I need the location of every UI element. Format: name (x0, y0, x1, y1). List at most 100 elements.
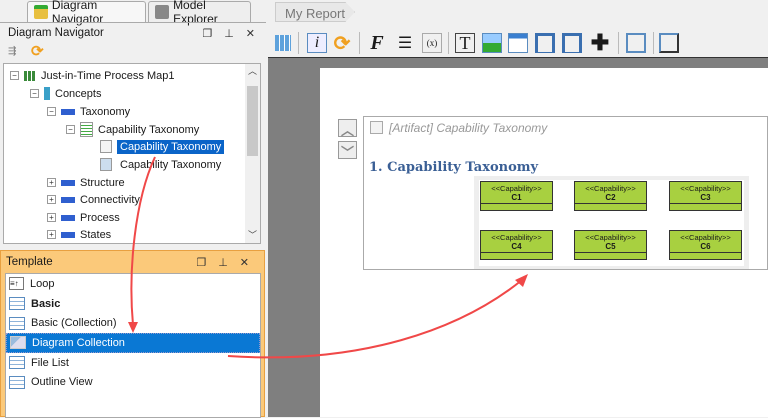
breadcrumb-my-report[interactable]: My Report (275, 2, 355, 22)
list-icon[interactable]: ☰ (395, 33, 415, 53)
collapse-icon[interactable]: − (47, 107, 56, 116)
tree-label: Connectivity (80, 193, 140, 206)
text-icon[interactable]: T (455, 33, 475, 53)
capability-c5: <<Capability>> C5 (574, 230, 647, 260)
capability-c3: <<Capability>> C3 (669, 181, 742, 211)
tab-model-explorer[interactable]: Model Explorer (148, 0, 251, 26)
table-icon (9, 297, 25, 311)
restore-icon[interactable]: ❐ (202, 27, 212, 40)
tree-item[interactable]: − Just-in-Time Process Map1 (10, 67, 174, 84)
capability-c4: <<Capability>> C4 (480, 230, 553, 260)
tab-diagram-navigator[interactable]: Diagram Navigator (27, 0, 146, 26)
folder-icon (44, 87, 50, 100)
diagram-navigator-icon (34, 5, 48, 19)
report-icon (100, 158, 112, 171)
layout-icon[interactable] (273, 33, 293, 53)
template-item-outline-view[interactable]: Outline View (6, 372, 260, 392)
info-icon[interactable]: i (307, 33, 327, 53)
filter-icon[interactable]: ⇶ (8, 46, 16, 57)
move-up-button[interactable]: ︿ (338, 119, 357, 138)
document-icon (80, 122, 93, 137)
element-label: [Artifact] Capability Taxonomy (389, 121, 548, 135)
move-down-button[interactable]: ﹀ (338, 141, 357, 160)
category-icon (61, 179, 75, 186)
tree-label: Capability Taxonomy (120, 158, 222, 171)
tree-label: States (80, 228, 112, 241)
capability-c2: <<Capability>> C2 (574, 181, 647, 211)
tree-label: Capability Taxonomy (117, 139, 225, 154)
tree-item[interactable]: + Structure (47, 174, 125, 191)
scroll-thumb[interactable] (247, 86, 258, 156)
scroll-up-icon[interactable]: ︿ (245, 64, 260, 77)
restore-icon[interactable]: ❐ (196, 256, 206, 269)
tree-item[interactable]: − Capability Taxonomy (66, 121, 199, 138)
refresh-icon[interactable]: ⟳ (31, 42, 44, 60)
capability-c1: <<Capability>> C1 (480, 181, 553, 211)
close-icon[interactable]: ✕ (240, 256, 249, 269)
template-item-loop[interactable]: ≡↑ Loop (6, 274, 260, 294)
table-icon (9, 356, 25, 370)
tree-item[interactable]: Capability Taxonomy (100, 156, 221, 173)
expand-icon[interactable]: + (47, 213, 56, 222)
collapse-icon[interactable]: − (10, 71, 19, 80)
diagram-image: <<Capability>> C1 <<Capability>> C2 <<Capa… (474, 176, 749, 269)
image-icon[interactable] (482, 33, 502, 53)
diagram-tree[interactable]: − Just-in-Time Process Map1 − Concepts − Ta… (3, 63, 261, 244)
template-label: Basic (31, 297, 61, 310)
artifact-icon (100, 140, 112, 153)
pin-icon[interactable]: ⊥ (218, 256, 228, 269)
tree-label: Structure (80, 176, 125, 189)
page-setup-icon[interactable] (659, 33, 679, 53)
formula-icon[interactable]: (x) (422, 33, 442, 53)
template-label: File List (31, 356, 69, 369)
section-heading: 1. Capability Taxonomy (369, 160, 539, 175)
footer-icon[interactable] (562, 33, 582, 53)
header-icon[interactable] (535, 33, 555, 53)
tree-label: Concepts (55, 87, 102, 100)
collapse-icon[interactable]: − (30, 89, 39, 98)
tree-label: Taxonomy (80, 105, 131, 118)
table-icon (9, 316, 25, 330)
tree-item[interactable]: + States (47, 226, 111, 243)
category-icon (61, 231, 75, 238)
template-item-file-list[interactable]: File List (6, 353, 260, 373)
page-margin-icon[interactable] (626, 33, 646, 53)
close-icon[interactable]: ✕ (246, 27, 255, 40)
template-header: Template ❐ ⊥ ✕ (1, 253, 261, 271)
expand-icon[interactable]: + (47, 230, 56, 239)
category-icon (61, 108, 75, 115)
pin-icon[interactable]: ⊥ (224, 27, 234, 40)
collapse-icon[interactable]: − (66, 125, 75, 134)
tree-item[interactable]: − Taxonomy (47, 103, 130, 120)
template-panel: Template ❐ ⊥ ✕ ≡↑ Loop Basic Basic (Collect… (0, 250, 265, 418)
template-label: Outline View (31, 376, 93, 389)
tree-label: Process (80, 211, 120, 224)
add-icon[interactable]: ✚ (590, 30, 610, 55)
breadcrumb-label: My Report (285, 6, 345, 21)
navigator-header: Diagram Navigator ❐ ⊥ ✕ (3, 24, 263, 42)
tree-item[interactable]: + Connectivity (47, 191, 140, 208)
tree-scrollbar[interactable]: ︿ ﹀ (245, 64, 260, 243)
template-list[interactable]: ≡↑ Loop Basic Basic (Collection) Diagram … (5, 273, 261, 418)
tree-item[interactable]: − Concepts (30, 85, 101, 102)
template-item-diagram-collection[interactable]: Diagram Collection (6, 333, 260, 353)
category-icon (61, 214, 75, 221)
template-label: Diagram Collection (32, 336, 125, 349)
refresh-report-icon[interactable]: ⟳ (332, 33, 352, 55)
expand-icon[interactable]: + (47, 178, 56, 187)
table-insert-icon[interactable] (508, 33, 528, 53)
template-item-basic-collection[interactable]: Basic (Collection) (6, 313, 260, 333)
report-element[interactable]: [Artifact] Capability Taxonomy 1. Capabi… (363, 116, 768, 270)
scroll-down-icon[interactable]: ﹀ (245, 228, 260, 241)
font-icon[interactable]: F (367, 32, 387, 54)
template-item-basic[interactable]: Basic (6, 294, 260, 314)
tree-label: Capability Taxonomy (98, 123, 200, 136)
artifact-icon (370, 121, 383, 134)
tree-item[interactable]: + Process (47, 209, 120, 226)
loop-icon: ≡↑ (9, 277, 24, 291)
tree-item[interactable]: Capability Taxonomy (100, 138, 225, 155)
expand-icon[interactable]: + (47, 195, 56, 204)
template-label: Loop (30, 277, 55, 290)
diagram-icon (10, 336, 26, 350)
panel-title: Diagram Navigator (8, 27, 104, 39)
